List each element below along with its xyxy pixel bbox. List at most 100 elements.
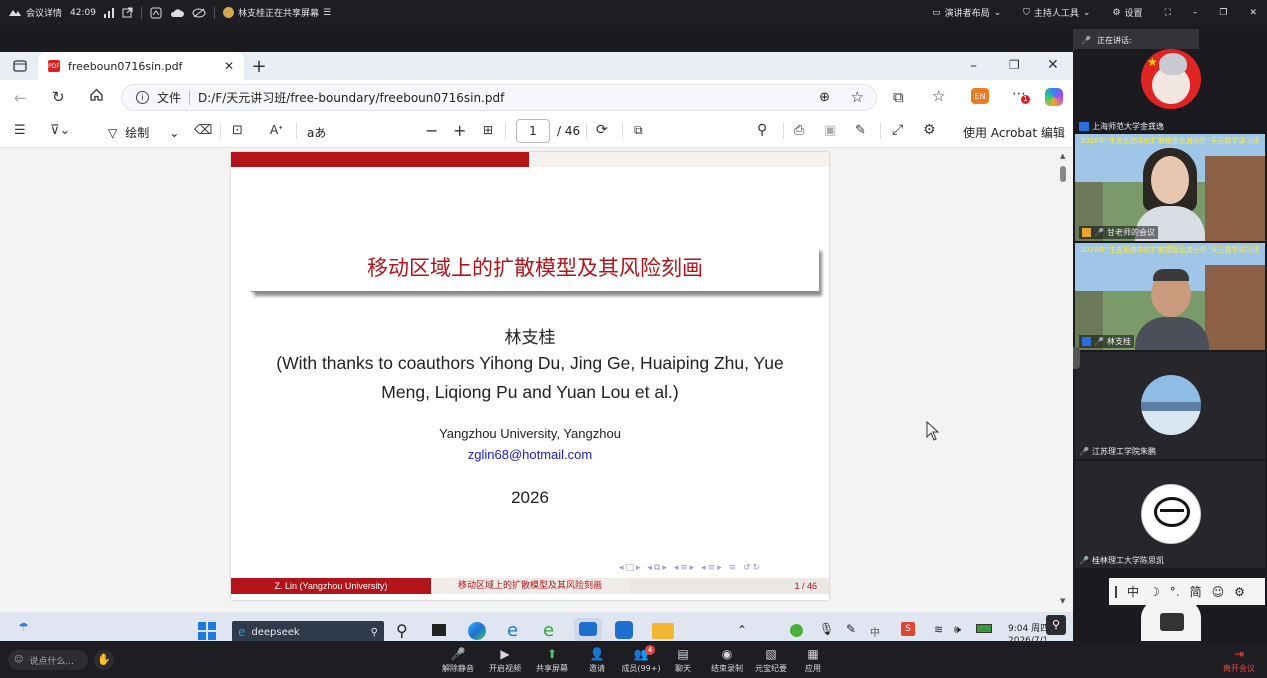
highlight-icon[interactable]: ⊽⌄ bbox=[50, 123, 70, 138]
zoom-out-icon[interactable]: − bbox=[425, 121, 438, 140]
favorite-star-icon[interactable]: ☆ bbox=[851, 88, 864, 106]
cloud-icon[interactable] bbox=[170, 8, 184, 18]
scroll-thumb[interactable] bbox=[1060, 166, 1066, 182]
tray-expand-icon[interactable]: ⌃ bbox=[737, 623, 747, 637]
sogou-tray-icon[interactable]: S bbox=[901, 622, 915, 636]
wifi-icon[interactable]: ≋ bbox=[934, 623, 943, 636]
chat-input[interactable]: ☺ 说点什么... bbox=[8, 650, 88, 670]
volume-icon[interactable]: 🕪 bbox=[954, 623, 961, 637]
stop-recording-button[interactable]: ◉ 结束录制 bbox=[707, 647, 747, 674]
minimize-browser-icon[interactable]: – bbox=[970, 58, 977, 74]
microphone-tray-icon[interactable]: 🎙 bbox=[819, 622, 834, 636]
whiteboard-icon[interactable] bbox=[150, 7, 162, 19]
participant-tile-1[interactable]: 2026年“生态系统中的扩散模型及其分析”天元数学讲习班 🎤 甘老师的会议 bbox=[1075, 134, 1265, 241]
leave-meeting-button[interactable]: ⇥ 离开会议 bbox=[1219, 647, 1259, 674]
participant-tile-0[interactable]: ★ 上海师范大学金龚逸 bbox=[1075, 49, 1265, 134]
zoom-in-icon[interactable]: + bbox=[453, 121, 466, 140]
presenter-layout-button[interactable]: ▭ 演讲者布局 ⌄ bbox=[932, 6, 1001, 20]
raise-hand-icon[interactable]: ✋ bbox=[94, 650, 114, 670]
host-tools-button[interactable]: ⛉ 主持人工具 ⌄ bbox=[1023, 6, 1090, 20]
back-icon[interactable]: ← bbox=[14, 89, 27, 107]
eraser-icon[interactable]: ⌫ bbox=[194, 123, 212, 138]
fit-page-icon[interactable]: ⊞ bbox=[483, 123, 493, 137]
beamer-nav-icons[interactable]: ◂□▸ ◂⧉▸ ◂≡▸ ◂≡▸ ≡ ↺↻ bbox=[619, 563, 762, 573]
share-out-icon[interactable] bbox=[122, 7, 133, 18]
ie-icon[interactable]: e bbox=[507, 620, 518, 641]
edge-browser-icon[interactable] bbox=[468, 622, 486, 640]
close-window-icon[interactable]: ✕ bbox=[1249, 8, 1257, 18]
participant-tile-2[interactable]: 2026年“生态系统中的扩散模型及其分析”天元数学讲习班 🎤 林支桂 bbox=[1075, 243, 1265, 350]
invite-button[interactable]: 👤 邀请 bbox=[577, 647, 617, 674]
translate-icon[interactable]: aあ bbox=[307, 124, 326, 141]
tab-pdf[interactable]: PDF freeboun0716sin.pdf ✕ bbox=[38, 52, 244, 80]
home-icon[interactable] bbox=[89, 87, 104, 102]
battery-icon[interactable] bbox=[976, 624, 992, 633]
close-browser-icon[interactable]: ✕ bbox=[1047, 57, 1059, 73]
rotate-icon[interactable]: ⟳ bbox=[596, 122, 608, 138]
ime-tray-icon[interactable]: 中 bbox=[870, 624, 880, 639]
share-screen-button[interactable]: ⬆ 共享屏幕 bbox=[532, 647, 572, 674]
page-number-input[interactable]: 1 bbox=[516, 119, 550, 143]
address-bar[interactable]: i 文件 D:/F/天元讲习班/free-boundary/freeboun07… bbox=[121, 84, 877, 111]
tab-actions-icon[interactable] bbox=[12, 58, 28, 74]
participant-tile-4[interactable]: 🎤 桂林理工大学陈思凯 bbox=[1075, 461, 1265, 568]
tray-app-icon[interactable] bbox=[790, 624, 803, 637]
page-view-icon[interactable]: ⧉ bbox=[634, 123, 643, 138]
magnifier-icon[interactable]: ⚲ bbox=[1046, 615, 1066, 635]
browser-green-icon[interactable]: e bbox=[543, 620, 554, 641]
fullscreen-expand-icon[interactable]: ⤢ bbox=[892, 122, 903, 138]
meeting-details-button[interactable]: 会议详情 bbox=[8, 6, 62, 20]
app-blue-icon[interactable] bbox=[615, 621, 633, 639]
text-box-icon[interactable]: ⊡ bbox=[232, 123, 243, 138]
minimize-window-icon[interactable]: – bbox=[1193, 8, 1198, 18]
restore-browser-icon[interactable]: ❐ bbox=[1009, 58, 1020, 72]
hide-icon[interactable] bbox=[192, 8, 206, 18]
start-video-button[interactable]: ▶ 开启视频 bbox=[485, 647, 525, 674]
ime-mode[interactable]: 简 bbox=[1190, 583, 1202, 600]
copilot-icon[interactable] bbox=[1045, 88, 1063, 106]
restore-window-icon[interactable]: ❐ bbox=[1219, 8, 1227, 18]
extension-badge-icon[interactable]: EN bbox=[971, 88, 989, 104]
ime-lang[interactable]: 中 bbox=[1127, 583, 1139, 600]
reload-icon[interactable]: ↻ bbox=[52, 88, 65, 106]
mic-muted-icon: 🎤 bbox=[450, 647, 466, 661]
slide-email[interactable]: zglin68@hotmail.com bbox=[231, 447, 829, 462]
favorites-icon[interactable]: ☆ bbox=[932, 87, 945, 105]
print-icon[interactable]: ⎙ bbox=[794, 123, 804, 138]
draw-button[interactable]: ▽ 绘制 ⌄ bbox=[108, 124, 179, 141]
scrollbar[interactable]: ▲ ▼ bbox=[1057, 152, 1069, 612]
pen-tray-icon[interactable]: ✎ bbox=[846, 622, 856, 636]
pdf-settings-icon[interactable]: ⚙ bbox=[923, 122, 936, 138]
scroll-up-icon[interactable]: ▲ bbox=[1060, 152, 1065, 160]
taskbar-app-icon[interactable] bbox=[432, 624, 446, 636]
ime-settings-icon[interactable]: ⚙ bbox=[1234, 585, 1245, 599]
settings-button[interactable]: ⚙ 设置 bbox=[1112, 6, 1142, 20]
task-view-icon[interactable]: ⚲ bbox=[396, 621, 408, 640]
extensions-icon[interactable]: ⧉ bbox=[893, 88, 904, 106]
fullscreen-icon[interactable]: ⛶ bbox=[1165, 8, 1171, 18]
file-explorer-icon[interactable] bbox=[652, 623, 674, 639]
chat-button[interactable]: ▤ 聊天 bbox=[663, 647, 703, 674]
apps-button[interactable]: ▦ 应用 bbox=[793, 647, 833, 674]
save-as-icon[interactable]: ✎ bbox=[855, 123, 866, 138]
search-icon[interactable]: ⚲ bbox=[757, 122, 767, 138]
participant-tile-3[interactable]: 🎤 江苏理工学院朱鹏 bbox=[1075, 352, 1265, 459]
unmute-button[interactable]: 🎤 解除静音 bbox=[438, 647, 478, 674]
weather-icon[interactable]: ☂ bbox=[18, 620, 29, 634]
zoom-icon[interactable]: ⊕ bbox=[819, 90, 830, 105]
divider bbox=[220, 123, 221, 139]
read-aloud-icon[interactable]: Aᐩ bbox=[270, 123, 283, 137]
save-icon[interactable]: ▣ bbox=[824, 123, 836, 138]
new-tab-button[interactable]: + bbox=[244, 52, 274, 80]
contents-icon[interactable]: ☰ bbox=[14, 123, 26, 138]
acrobat-edit-button[interactable]: 使用 Acrobat 编辑 bbox=[963, 124, 1065, 141]
tencent-meeting-taskbar-icon[interactable] bbox=[574, 618, 602, 641]
emoji-icon[interactable]: ☺ bbox=[1212, 585, 1225, 599]
taskbar-search[interactable]: e deepseek ⚲ bbox=[232, 621, 384, 643]
members-button[interactable]: 👥 成员(99+) bbox=[619, 647, 663, 674]
yuanbao-notes-button[interactable]: ▧ 元宝纪要 bbox=[751, 647, 791, 674]
panel-collapse-handle[interactable] bbox=[1073, 347, 1080, 369]
scroll-down-icon[interactable]: ▼ bbox=[1060, 597, 1065, 605]
close-tab-icon[interactable]: ✕ bbox=[224, 59, 234, 73]
sharing-status[interactable]: 林支桂正在共享屏幕 ☰ bbox=[222, 6, 331, 19]
